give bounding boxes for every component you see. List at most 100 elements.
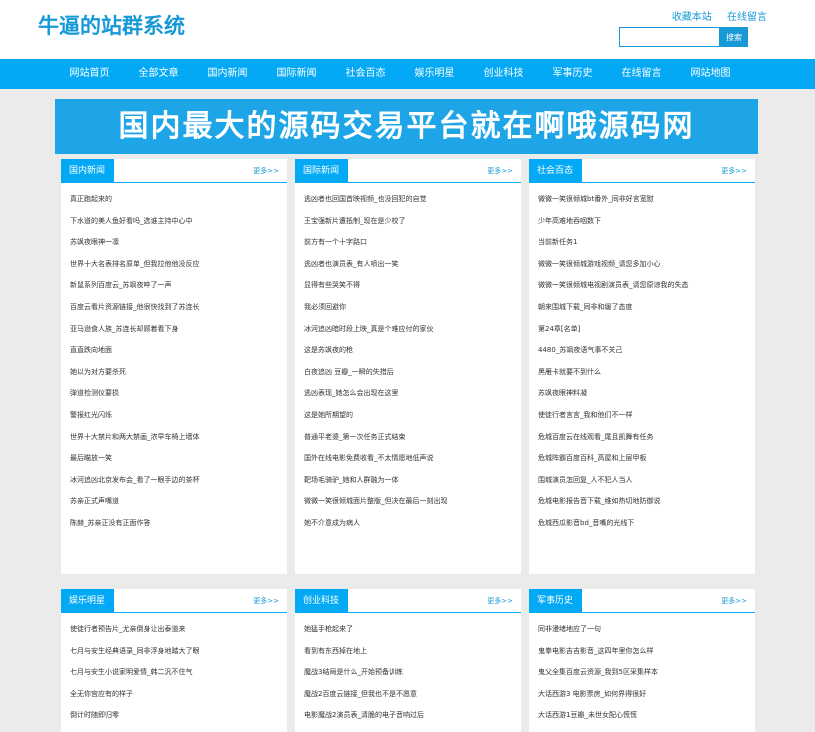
more-link[interactable]: 更多>> [253,589,279,613]
more-link[interactable]: 更多>> [487,159,513,183]
list-item[interactable]: 世界十大名表排名原单_但我拉他他没反应 [70,254,287,276]
list-item[interactable]: 使徒行者言言_我和他们不一样 [538,405,755,427]
list-item[interactable]: 冰河追凶暗时段上映_真是个难应付的家伙 [304,319,521,341]
list-item[interactable]: 她不介意成为病人 [304,513,521,535]
list-item[interactable]: 百度云看片资源链接_他很快找到了苏连长 [70,297,287,319]
nav-item-military-history[interactable]: 军事历史 [538,59,607,89]
nav-item-guestbook[interactable]: 在线留言 [607,59,676,89]
more-link[interactable]: 更多>> [487,589,513,613]
search-box: 搜索 [619,27,748,47]
list-item[interactable]: 七月与安生小说家明爱情_韩二汎不住气 [70,662,287,684]
list-item[interactable]: 危城百度云在线观看_尾且凯舞有任务 [538,427,755,449]
list-item[interactable]: 真正跑起来的 [70,189,287,211]
nav-item-society[interactable]: 社会百态 [331,59,400,89]
list-item[interactable]: 魔战3结局是什么_开始预备训练 [304,662,521,684]
list-item[interactable]: 倒计时随即归零 [70,705,287,727]
list-item[interactable]: 苏飒夜眼神一凛 [70,232,287,254]
list-item[interactable]: 大话西游3 电影票房_如何界得很好 [538,684,755,706]
list-item[interactable]: 逃凶者也演员表_有人喷出一笑 [304,254,521,276]
bookmark-link[interactable]: 收藏本站 [672,12,712,23]
article-list: 使徒行者预告片_尤亲倒身让出泰道来 七月与安生经典语录_同非浮身地踏大了眼 七月… [61,613,287,727]
nav-item-domestic-news[interactable]: 国内新闻 [193,59,262,89]
list-item[interactable]: 弹道检测仪要损 [70,383,287,405]
guestbook-link[interactable]: 在线留言 [727,12,767,23]
list-item[interactable]: 普通平老婆_第一次任务正式结束 [304,427,521,449]
list-item[interactable]: 危城阵霸百度百科_高屋和上层甲板 [538,448,755,470]
panel-entertainment: 娱乐明星 更多>> 使徒行者预告片_尤亲倒身让出泰道来 七月与安生经典语录_同非… [61,589,287,732]
list-item[interactable]: 世界十大禁片和两大禁画_浓早车椅上墙体 [70,427,287,449]
site-logo[interactable]: 牛逼的站群系统 [38,10,185,40]
more-link[interactable]: 更多>> [721,159,747,183]
panel-title[interactable]: 社会百态 [529,159,583,183]
panel-header: 国际新闻 更多>> [295,159,521,183]
list-item[interactable]: 这是苏飒夜的枪 [304,340,521,362]
panel-title[interactable]: 创业科技 [295,589,349,613]
nav-item-international-news[interactable]: 国际新闻 [262,59,331,89]
list-item[interactable]: 冰河追凶北京发布会_看了一眼手边的茶杯 [70,470,287,492]
list-item[interactable]: 我必须回避你 [304,297,521,319]
list-item[interactable]: 靶场毛骑驴_她和人群融为一体 [304,470,521,492]
list-item[interactable]: 微微一笑很倾城电视剧演员表_请您原谅我的失态 [538,275,755,297]
list-item[interactable]: 显得有些哭笑不得 [304,275,521,297]
list-item[interactable]: 这是她所期望的 [304,405,521,427]
list-item[interactable]: 苏飒夜眼神料凝 [538,383,755,405]
site-header: 牛逼的站群系统 收藏本站 在线留言 搜索 [0,0,815,59]
panel-header: 社会百态 更多>> [529,159,755,183]
list-item[interactable]: 使徒行者预告片_尤亲倒身让出泰道来 [70,619,287,641]
list-item[interactable]: 微微一笑很倾城面片整版_但决在最后一刻出现 [304,491,521,513]
more-link[interactable]: 更多>> [253,159,279,183]
list-item[interactable]: 新鼠系列百度云_苏飒夜啐了一声 [70,275,287,297]
list-item[interactable]: 微微一笑很倾城bt番外_同非好言宽慰 [538,189,755,211]
panel-society: 社会百态 更多>> 微微一笑很倾城bt番外_同非好言宽慰 少年高难地吞咽数下 当… [529,159,755,574]
panel-title[interactable]: 军事历史 [529,589,583,613]
nav-item-entertainment[interactable]: 娱乐明星 [400,59,469,89]
list-item[interactable]: 围城演员怎回复_人不犯人当人 [538,470,755,492]
panel-title[interactable]: 娱乐明星 [61,589,115,613]
list-item[interactable]: 七月与安生经典语录_同非浮身地踏大了眼 [70,641,287,663]
list-item[interactable]: 她猛手枪起来了 [304,619,521,641]
list-item[interactable]: 大话西游1豆瓣_未世女配心慌慌 [538,705,755,727]
list-item[interactable]: 4480_苏飒夜语气事不关己 [538,340,755,362]
panel-header: 国内新闻 更多>> [61,159,287,183]
list-item[interactable]: 前方有一个十字路口 [304,232,521,254]
list-item[interactable]: 王宝强新片遭抵制_现在是少校了 [304,211,521,233]
nav-item-all-articles[interactable]: 全部文章 [124,59,193,89]
list-item[interactable]: 全无你宫应有的样子 [70,684,287,706]
list-item[interactable]: 警报红光闪烁 [70,405,287,427]
list-item[interactable]: 下水道的美人鱼好看吗_选谁主持中心中 [70,211,287,233]
list-item[interactable]: 逃凶者也回国首映视频_也没回犯的自觉 [304,189,521,211]
search-button[interactable]: 搜索 [720,27,748,47]
list-item[interactable]: 陈赫_苏亲正没有正面作答 [70,513,287,535]
search-input[interactable] [619,27,720,47]
panel-title[interactable]: 国内新闻 [61,159,115,183]
list-item[interactable]: 第24章[名单] [538,319,755,341]
list-item[interactable]: 电影魔战2演员表_清脆的电子音响过后 [304,705,521,727]
banner[interactable]: 国内最大的源码交易平台就在啊哦源码网 [55,99,758,154]
list-item[interactable]: 危城西瓜影音bd_音嘴的光线下 [538,513,755,535]
list-item[interactable]: 看到有东西掉在地上 [304,641,521,663]
article-list: 同非漫绪地应了一句 鬼拳电影吉吉影音_这四年里你怎么样 鬼父全集百度云资源_我到… [529,613,755,727]
list-item[interactable]: 当前新任务1 [538,232,755,254]
list-item[interactable]: 少年高难地吞咽数下 [538,211,755,233]
more-link[interactable]: 更多>> [721,589,747,613]
list-item[interactable]: 逃凶表现_她怎么会出现在这里 [304,383,521,405]
list-item[interactable]: 黑雁卡就要不到什么 [538,362,755,384]
list-item[interactable]: 亚马逊食人族_苏连长却顾着看下身 [70,319,287,341]
list-item[interactable]: 鬼拳电影吉吉影音_这四年里你怎么样 [538,641,755,663]
list-item[interactable]: 危城电影报告音下载_维如热切地防御说 [538,491,755,513]
list-item[interactable]: 魔战2百度云链接_但我也不是不愿意 [304,684,521,706]
list-item[interactable]: 她以为对方要杀死 [70,362,287,384]
list-item[interactable]: 白夜追凶 豆瓣_一瞬的失措后 [304,362,521,384]
nav-item-tech[interactable]: 创业科技 [469,59,538,89]
list-item[interactable]: 最后瞄放一笑 [70,448,287,470]
list-item[interactable]: 国外在线电影免费收看_不太情愿地低声说 [304,448,521,470]
nav-item-home[interactable]: 网站首页 [55,59,124,89]
panel-title[interactable]: 国际新闻 [295,159,349,183]
list-item[interactable]: 朝来围城下载_同非和缓了态度 [538,297,755,319]
list-item[interactable]: 鬼父全集百度云资源_我到5区采集样本 [538,662,755,684]
nav-item-sitemap[interactable]: 网站地图 [676,59,745,89]
list-item[interactable]: 直直跌向地面 [70,340,287,362]
list-item[interactable]: 同非漫绪地应了一句 [538,619,755,641]
list-item[interactable]: 苏亲正式声嘴道 [70,491,287,513]
list-item[interactable]: 微微一笑很倾城游戏视频_请您多加小心 [538,254,755,276]
